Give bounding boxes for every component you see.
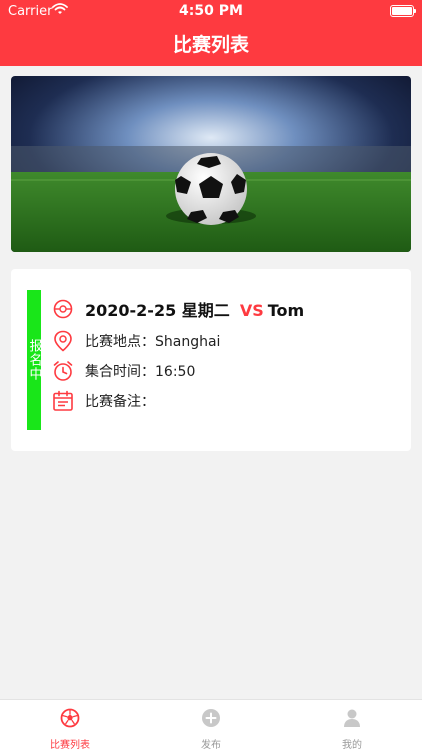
tab-bar: 比赛列表 发布 我的 bbox=[0, 699, 422, 751]
gather-time-row: 集合时间：16:50 bbox=[51, 359, 195, 383]
match-card[interactable]: 报名中 2020-2-25 星期二 VS Tom 比赛地点：Shanghai 集… bbox=[11, 269, 411, 451]
status-badge: 报名中 bbox=[26, 290, 42, 430]
tab-match-list[interactable]: 比赛列表 bbox=[0, 700, 140, 751]
battery-icon bbox=[390, 5, 416, 17]
tab-match-list-label: 比赛列表 bbox=[50, 740, 90, 751]
tab-mine[interactable]: 我的 bbox=[282, 700, 422, 751]
location-value: Shanghai bbox=[155, 334, 221, 350]
status-time: 4:50 PM bbox=[179, 3, 243, 19]
page-title: 比赛列表 bbox=[172, 34, 249, 56]
location-pin-icon bbox=[51, 329, 75, 353]
gather-time-label: 集合时间： bbox=[85, 364, 155, 380]
tab-mine-label: 我的 bbox=[342, 740, 362, 751]
note-row: 比赛备注： bbox=[51, 389, 155, 413]
soccer-ball-icon bbox=[60, 708, 80, 728]
location-row: 比赛地点：Shanghai bbox=[51, 329, 220, 353]
status-badge-label: 报名中 bbox=[26, 339, 42, 381]
banner-image[interactable] bbox=[11, 76, 411, 252]
match-date: 2020-2-25 bbox=[85, 301, 177, 320]
app-header: Carrier 4:50 PM 比赛列表 bbox=[0, 0, 422, 66]
soccer-ball-icon bbox=[51, 297, 75, 321]
opponent-name: Tom bbox=[267, 301, 305, 320]
tab-publish-label: 发布 bbox=[201, 740, 221, 751]
stadium-soccer-image bbox=[11, 76, 411, 252]
vs-label: VS bbox=[239, 301, 264, 320]
user-icon bbox=[342, 708, 362, 728]
note-label: 比赛备注： bbox=[85, 394, 155, 410]
add-icon bbox=[201, 708, 221, 728]
location-label: 比赛地点： bbox=[85, 334, 155, 350]
alarm-clock-icon bbox=[51, 359, 75, 383]
gather-time-value: 16:50 bbox=[155, 364, 196, 380]
calendar-icon bbox=[51, 389, 75, 413]
tab-publish[interactable]: 发布 bbox=[141, 700, 281, 751]
match-weekday: 星期二 bbox=[181, 301, 230, 320]
status-bar: Carrier 4:50 PM bbox=[0, 0, 422, 22]
match-date-row: 2020-2-25 星期二 VS Tom bbox=[51, 297, 304, 321]
